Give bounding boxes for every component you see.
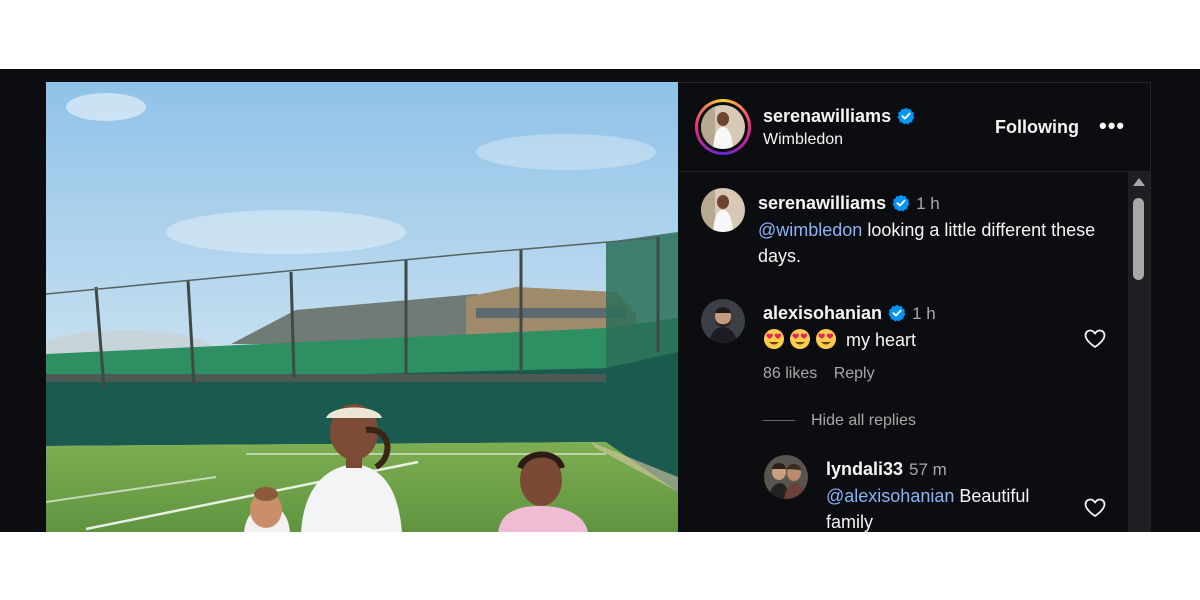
post-location[interactable]: Wimbledon	[763, 131, 843, 149]
hide-replies-button[interactable]: Hide all replies	[811, 412, 916, 430]
caption-text: @wimbledon looking a little different th…	[758, 217, 1108, 269]
reply-text: @alexisohanian Beautiful family	[826, 483, 1066, 532]
verified-badge-icon	[892, 194, 910, 212]
more-options-icon[interactable]: •••	[1099, 113, 1125, 139]
avatar[interactable]	[701, 188, 745, 232]
comment-text: my heart	[763, 327, 916, 353]
mention-link[interactable]: @alexisohanian	[826, 486, 954, 506]
reply-button[interactable]: Reply	[834, 365, 875, 382]
heart-eyes-emoji-icon	[816, 329, 836, 349]
comment-author: alexisohanian 1 h	[763, 303, 936, 324]
avatar[interactable]	[764, 455, 808, 499]
reply-username[interactable]: lyndali33	[826, 459, 903, 479]
post-details-panel: serenawilliams Wimbledon Following ••• s…	[679, 82, 1151, 532]
comment-body: my heart	[846, 330, 917, 350]
verified-badge-icon	[897, 107, 915, 125]
heart-icon[interactable]	[1084, 498, 1106, 518]
comments-scrollbar[interactable]	[1128, 172, 1150, 532]
avatar	[701, 105, 745, 149]
caption-author: serenawilliams 1 h	[758, 193, 940, 214]
heart-eyes-emoji-icon	[790, 329, 810, 349]
post-photo	[46, 82, 678, 532]
scrollbar-thumb[interactable]	[1133, 198, 1144, 280]
instagram-post-modal: serenawilliams Wimbledon Following ••• s…	[0, 69, 1200, 532]
post-author-username[interactable]: serenawilliams	[763, 106, 891, 126]
scroll-up-arrow-icon[interactable]	[1133, 178, 1145, 186]
comment-username[interactable]: alexisohanian	[763, 303, 882, 323]
likes-count[interactable]: 86 likes	[763, 365, 817, 382]
comments-list: serenawilliams 1 h @wimbledon looking a …	[679, 172, 1127, 532]
story-ring-avatar[interactable]	[695, 99, 751, 155]
reply-author: lyndali33 57 m	[826, 459, 947, 480]
reply-timestamp: 57 m	[909, 460, 947, 479]
following-button[interactable]: Following	[995, 117, 1079, 138]
mention-link[interactable]: @wimbledon	[758, 220, 862, 240]
caption-timestamp: 1 h	[916, 194, 940, 213]
heart-icon[interactable]	[1084, 329, 1106, 349]
comment-meta: 86 likes Reply	[763, 365, 875, 383]
post-author[interactable]: serenawilliams	[763, 106, 915, 127]
replies-divider	[763, 420, 795, 421]
caption-username[interactable]: serenawilliams	[758, 193, 886, 213]
comment-timestamp: 1 h	[912, 304, 936, 323]
verified-badge-icon	[888, 304, 906, 322]
post-header: serenawilliams Wimbledon Following •••	[679, 83, 1150, 172]
avatar[interactable]	[701, 299, 745, 343]
heart-eyes-emoji-icon	[764, 329, 784, 349]
